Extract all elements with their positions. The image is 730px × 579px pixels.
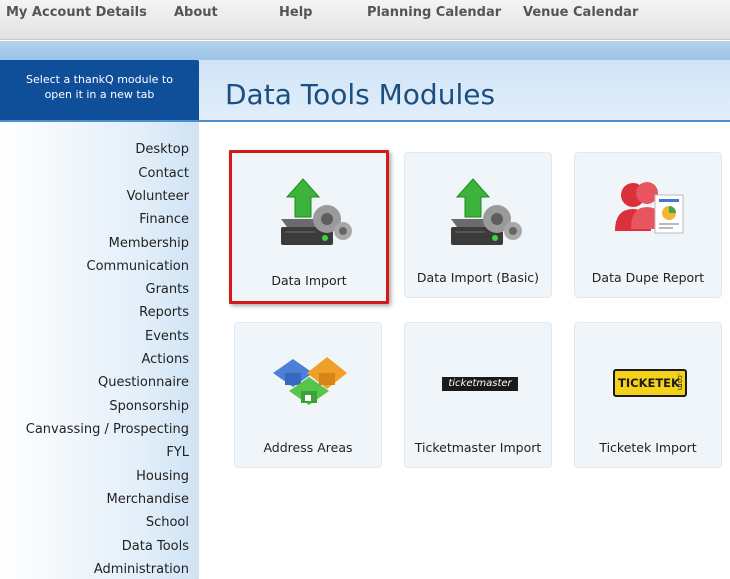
nav-my-account-details[interactable]: My Account Details bbox=[6, 5, 147, 20]
sidebar-item-questionnaire[interactable]: Questionnaire bbox=[98, 375, 189, 390]
ticketek-logo-text: TICKETEK bbox=[618, 376, 680, 390]
module-tile-ticketmaster-import[interactable]: ticketmaster Ticketmaster Import bbox=[404, 322, 552, 468]
module-label: Ticketek Import bbox=[599, 440, 697, 455]
ticketmaster-logo-text: ticketmaster bbox=[448, 378, 512, 389]
page-header: Select a thankQ module to open it in a n… bbox=[0, 60, 730, 122]
module-label: Address Areas bbox=[263, 440, 353, 455]
sidebar-item-actions[interactable]: Actions bbox=[142, 352, 190, 367]
duplicate-people-report-icon bbox=[611, 179, 691, 253]
module-label: Ticketmaster Import bbox=[414, 440, 542, 455]
sidebar-item-merchandise[interactable]: Merchandise bbox=[106, 492, 189, 507]
sidebar-item-fyl[interactable]: FYL bbox=[166, 445, 189, 460]
server-upload-icon bbox=[445, 175, 525, 249]
houses-icon bbox=[271, 351, 351, 425]
top-navigation: My Account Details About Help Planning C… bbox=[0, 0, 730, 40]
sidebar-item-canvassing-prospecting[interactable]: Canvassing / Prospecting bbox=[26, 422, 189, 437]
ticketek-logo-suffix: .com bbox=[676, 373, 684, 391]
module-tile-data-import[interactable]: Data Import bbox=[229, 150, 389, 304]
module-tile-data-dupe-report[interactable]: Data Dupe Report bbox=[574, 152, 722, 298]
sidebar-item-contact[interactable]: Contact bbox=[138, 166, 189, 181]
sidebar-item-communication[interactable]: Communication bbox=[87, 259, 189, 274]
nav-venue-calendar[interactable]: Venue Calendar bbox=[523, 5, 638, 20]
sidebar-item-events[interactable]: Events bbox=[145, 329, 189, 344]
module-tile-address-areas[interactable]: Address Areas bbox=[234, 322, 382, 468]
page-title: Data Tools Modules bbox=[225, 78, 496, 111]
sidebar-item-volunteer[interactable]: Volunteer bbox=[127, 189, 189, 204]
module-tile-data-import-basic[interactable]: Data Import (Basic) bbox=[404, 152, 552, 298]
sidebar-item-grants[interactable]: Grants bbox=[146, 282, 190, 297]
nav-about[interactable]: About bbox=[174, 5, 218, 20]
module-label: Data Import (Basic) bbox=[416, 270, 540, 285]
module-sidebar: Desktop Contact Volunteer Finance Member… bbox=[0, 122, 199, 579]
module-label: Data Import bbox=[271, 273, 347, 288]
sidebar-item-housing[interactable]: Housing bbox=[136, 469, 189, 484]
sidebar-item-finance[interactable]: Finance bbox=[139, 212, 189, 227]
sidebar-item-data-tools[interactable]: Data Tools bbox=[122, 539, 189, 554]
server-upload-icon bbox=[275, 175, 355, 249]
sidebar-item-school[interactable]: School bbox=[146, 515, 189, 530]
module-label: Data Dupe Report bbox=[591, 270, 705, 285]
nav-planning-calendar[interactable]: Planning Calendar bbox=[367, 5, 501, 20]
nav-help[interactable]: Help bbox=[279, 5, 312, 20]
sidebar-item-administration[interactable]: Administration bbox=[94, 562, 189, 577]
module-select-hint: Select a thankQ module to open it in a n… bbox=[0, 60, 199, 120]
sidebar-item-membership[interactable]: Membership bbox=[109, 236, 189, 251]
module-tile-ticketek-import[interactable]: TICKETEK .com Ticketek Import bbox=[574, 322, 722, 468]
sidebar-item-reports[interactable]: Reports bbox=[139, 305, 189, 320]
header-strip bbox=[0, 41, 730, 60]
ticketmaster-logo-icon: ticketmaster bbox=[442, 377, 518, 391]
ticketek-logo-icon: TICKETEK .com bbox=[613, 369, 687, 397]
sidebar-item-sponsorship[interactable]: Sponsorship bbox=[109, 399, 189, 414]
sidebar-item-desktop[interactable]: Desktop bbox=[135, 142, 189, 157]
